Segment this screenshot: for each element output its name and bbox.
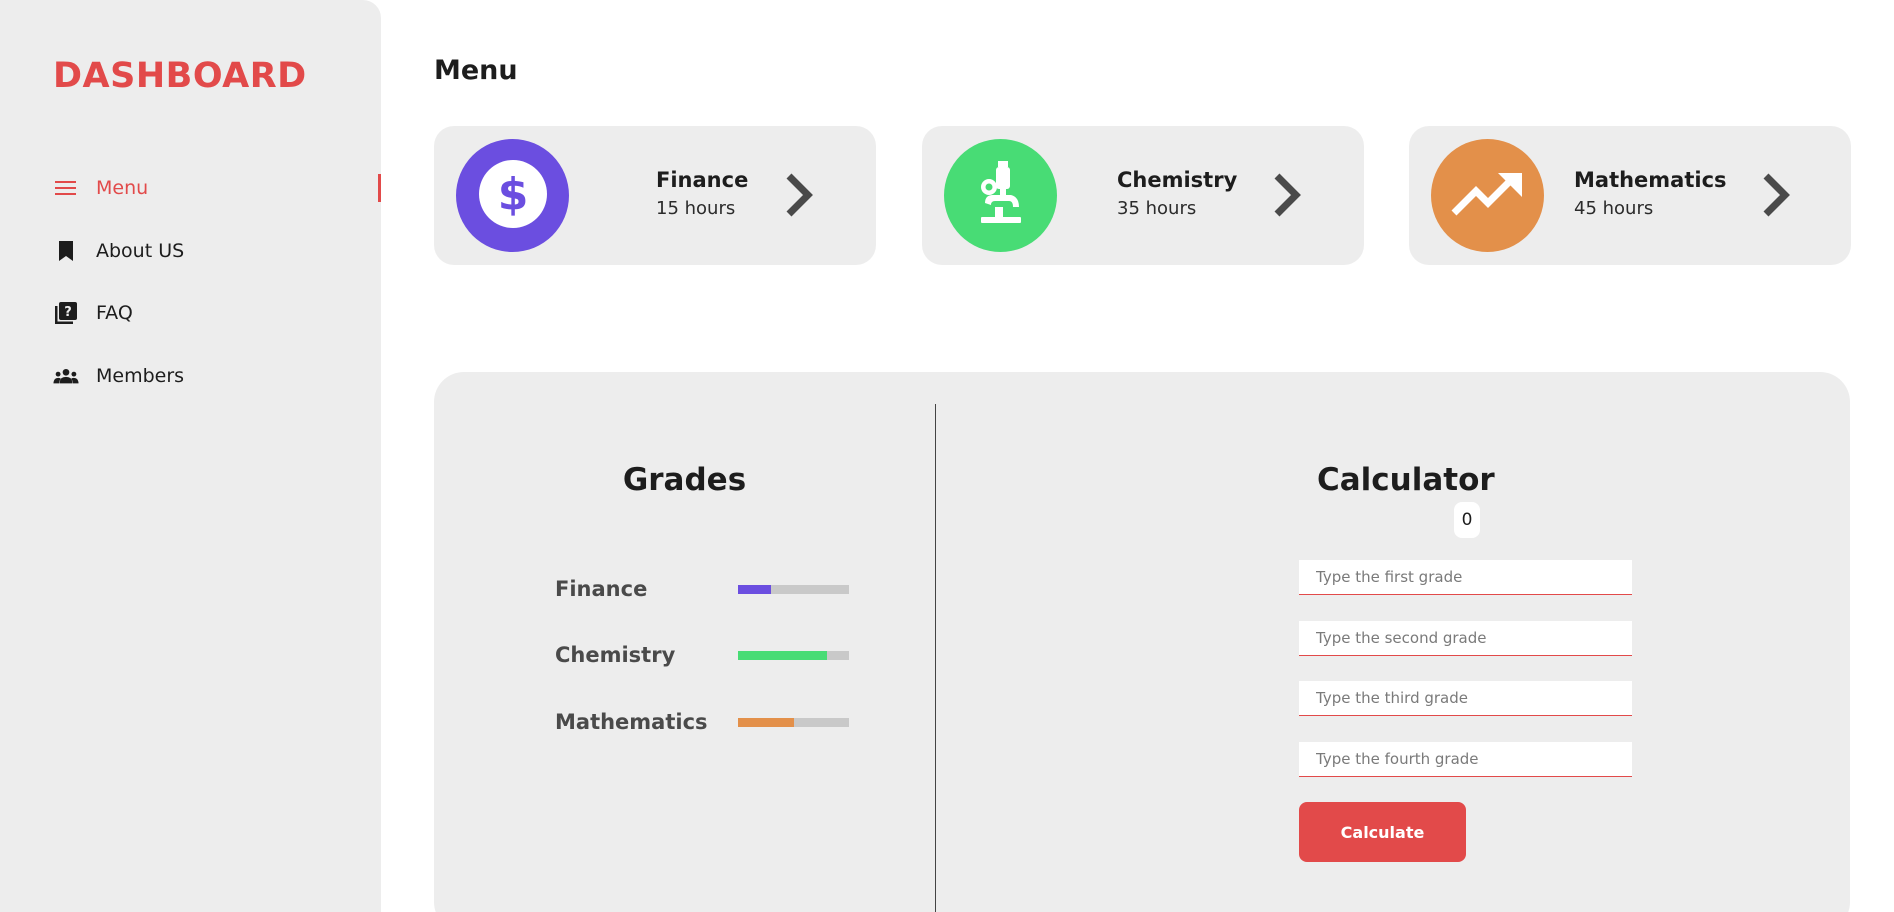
grade-label: Mathematics (555, 710, 708, 734)
chevron-right-icon[interactable] (1759, 170, 1793, 220)
grade-row-finance: Finance (555, 574, 849, 604)
card-hours: 35 hours (1117, 198, 1197, 219)
course-card-finance[interactable]: $ Finance 15 hours (434, 126, 876, 265)
calculator-title: Calculator (1317, 462, 1495, 498)
fourth-grade-input[interactable] (1299, 742, 1632, 777)
grade-row-mathematics: Mathematics (555, 707, 849, 737)
sidebar-item-label: Menu (96, 177, 149, 199)
sidebar-item-members[interactable]: Members (53, 358, 381, 394)
chevron-right-icon[interactable] (1270, 170, 1304, 220)
sidebar-item-label: About US (96, 239, 185, 262)
sidebar-item-label: FAQ (96, 302, 133, 324)
course-icon-circle (944, 139, 1057, 252)
card-title: Mathematics (1574, 168, 1727, 192)
trending-up-icon (1450, 169, 1526, 223)
grade-progress-bar (738, 584, 849, 594)
card-text: Chemistry 35 hours (1117, 168, 1237, 219)
card-text: Finance 15 hours (656, 168, 748, 219)
grade-row-chemistry: Chemistry (555, 640, 849, 670)
grade-label: Chemistry (555, 643, 676, 667)
course-card-chemistry[interactable]: Chemistry 35 hours (922, 126, 1364, 265)
grade-progress-fill (738, 584, 772, 594)
svg-text:?: ? (64, 305, 72, 320)
card-hours: 45 hours (1574, 198, 1654, 219)
members-icon (53, 364, 79, 388)
calculate-button[interactable]: Calculate (1299, 802, 1466, 862)
course-icon-circle: $ (456, 139, 569, 252)
svg-text:$: $ (497, 169, 528, 220)
grade-progress-bar (738, 650, 849, 660)
faq-icon: ? (53, 301, 79, 325)
grade-label: Finance (555, 577, 648, 601)
sidebar-nav: Menu About US ? FAQ Members (53, 170, 381, 420)
panel-divider (935, 404, 936, 912)
grade-progress-fill (738, 717, 794, 727)
second-grade-input[interactable] (1299, 621, 1632, 656)
first-grade-input[interactable] (1299, 560, 1632, 595)
microscope-icon (971, 159, 1031, 233)
chevron-right-icon[interactable] (782, 170, 816, 220)
card-title: Finance (656, 168, 749, 192)
page-title: Menu (434, 55, 518, 86)
sidebar-item-about-us[interactable]: About US (53, 233, 381, 269)
sidebar-item-menu[interactable]: Menu (53, 170, 381, 206)
card-hours: 15 hours (656, 198, 736, 219)
grades-title: Grades (622, 462, 747, 498)
third-grade-input[interactable] (1299, 681, 1632, 716)
brand-logo: DASHBOARD (53, 56, 307, 96)
sidebar-item-faq[interactable]: ? FAQ (53, 295, 381, 331)
grades-calculator-panel: Grades Finance Chemistry Mathematics Cal… (434, 372, 1850, 912)
course-card-mathematics[interactable]: Mathematics 45 hours (1409, 126, 1851, 265)
card-text: Mathematics 45 hours (1574, 168, 1727, 219)
menu-icon (53, 176, 79, 200)
dollar-icon: $ (478, 159, 548, 233)
bookmark-icon (53, 239, 79, 263)
grade-progress-fill (738, 650, 827, 660)
sidebar: DASHBOARD Menu About US ? FAQ Members (0, 0, 381, 912)
sidebar-item-label: Members (96, 364, 185, 387)
calculator-result: 0 (1454, 502, 1480, 538)
card-title: Chemistry (1117, 168, 1238, 192)
grade-progress-bar (738, 717, 849, 727)
course-icon-circle (1431, 139, 1544, 252)
